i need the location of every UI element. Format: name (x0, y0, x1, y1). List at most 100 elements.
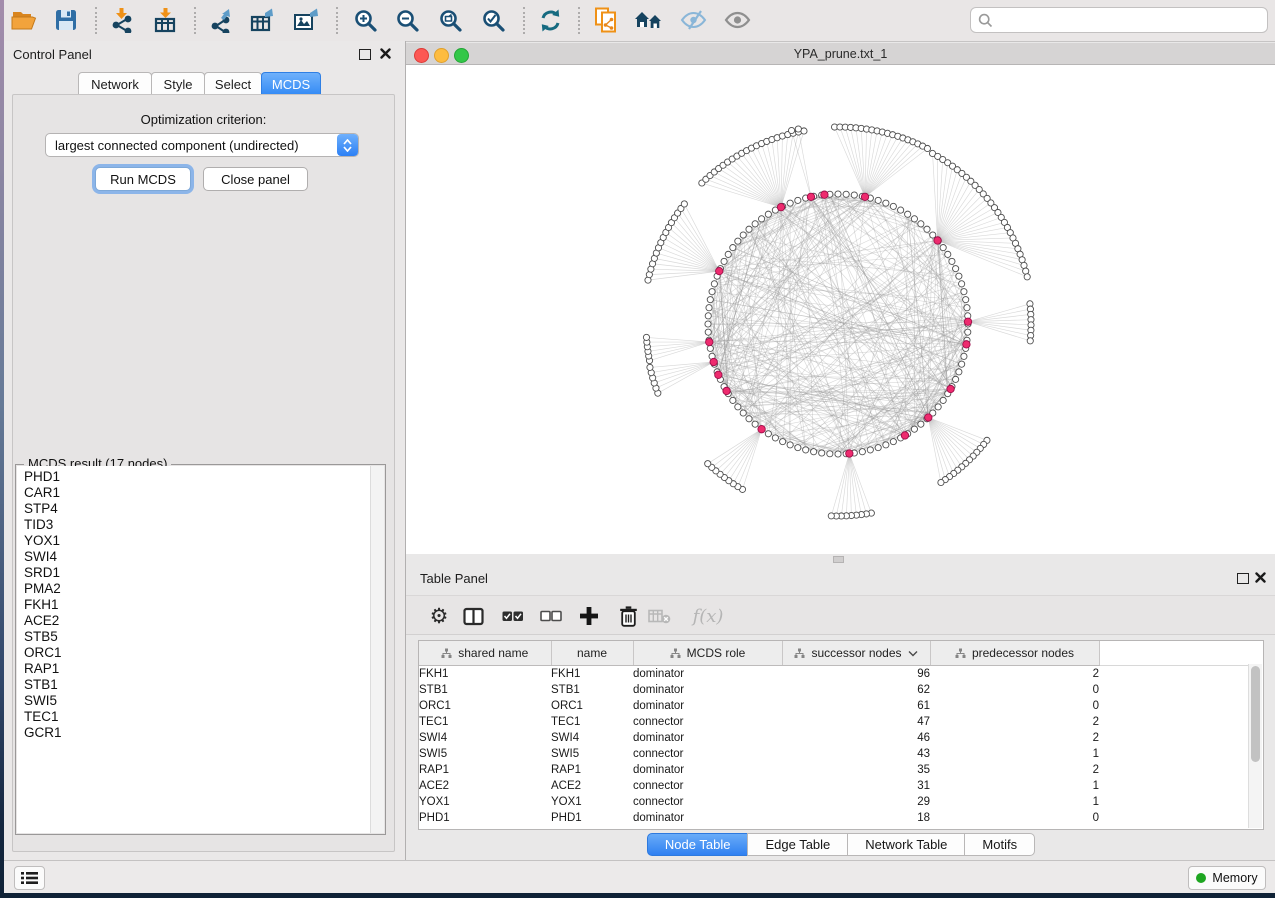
table-row[interactable]: PHD1PHD1dominator180 (419, 810, 1252, 826)
graph-dominator-node[interactable] (963, 341, 970, 348)
graph-node[interactable] (758, 216, 764, 222)
graph-node[interactable] (811, 449, 817, 455)
tab-motifs[interactable]: Motifs (964, 833, 1035, 856)
mcds-result-item[interactable]: SWI5 (24, 693, 371, 709)
graph-node[interactable] (961, 353, 967, 359)
columns-icon[interactable] (458, 601, 488, 631)
graph-node[interactable] (711, 281, 717, 287)
graph-dominator-node[interactable] (821, 191, 828, 198)
graph-node[interactable] (735, 238, 741, 244)
mcds-result-item[interactable]: ORC1 (24, 645, 371, 661)
graph-node[interactable] (706, 305, 712, 311)
graph-node[interactable] (740, 410, 746, 416)
graph-node[interactable] (765, 431, 771, 437)
table-row[interactable]: ORC1ORC1dominator610 (419, 698, 1252, 714)
graph-node[interactable] (707, 345, 713, 351)
table-row[interactable]: FKH1FKH1dominator962 (419, 666, 1252, 683)
graph-node[interactable] (835, 191, 841, 197)
graph-node[interactable] (803, 447, 809, 453)
graph-node[interactable] (959, 281, 965, 287)
network-canvas[interactable] (406, 65, 1275, 554)
graph-node[interactable] (752, 421, 758, 427)
graph-node[interactable] (746, 226, 752, 232)
mcds-result-item[interactable]: SRD1 (24, 565, 371, 581)
graph-node[interactable] (725, 251, 731, 257)
graph-node[interactable] (890, 203, 896, 209)
graph-node[interactable] (1023, 268, 1029, 274)
graph-node[interactable] (918, 221, 924, 227)
graph-node[interactable] (911, 216, 917, 222)
splitter-handle-icon[interactable] (833, 556, 844, 563)
criterion-dropdown[interactable]: largest connected component (undirected) (45, 133, 359, 157)
import-network-icon[interactable] (105, 4, 139, 36)
graph-node[interactable] (859, 449, 865, 455)
deselect-all-icon[interactable] (536, 601, 566, 631)
mcds-result-list[interactable]: PHD1CAR1STP4TID3YOX1SWI4SRD1PMA2FKH1ACE2… (17, 466, 371, 833)
table-row[interactable]: TEC1TEC1connector472 (419, 714, 1252, 730)
graph-dominator-node[interactable] (947, 385, 954, 392)
run-mcds-button[interactable]: Run MCDS (95, 167, 191, 191)
import-table-icon[interactable] (149, 4, 183, 36)
graph-dominator-node[interactable] (723, 387, 730, 394)
graph-dominator-node[interactable] (925, 414, 932, 421)
graph-dominator-node[interactable] (777, 203, 784, 210)
tab-select[interactable]: Select (204, 72, 262, 95)
graph-node[interactable] (963, 297, 969, 303)
graph-node[interactable] (959, 361, 965, 367)
column-header[interactable]: name (551, 641, 633, 666)
graph-node[interactable] (819, 450, 825, 456)
graph-dominator-node[interactable] (901, 432, 908, 439)
plus-icon[interactable] (574, 601, 604, 631)
export-table-icon[interactable] (246, 4, 280, 36)
graph-node[interactable] (940, 244, 946, 250)
mcds-result-item[interactable]: PHD1 (24, 469, 371, 485)
eye-slash-icon[interactable] (676, 4, 710, 36)
table-row[interactable]: STB1STB1dominator620 (419, 682, 1252, 698)
tab-style[interactable]: Style (151, 72, 205, 95)
graph-node[interactable] (709, 289, 715, 295)
mcds-result-item[interactable]: TID3 (24, 517, 371, 533)
network-window-titlebar[interactable]: YPA_prune.txt_1 (406, 43, 1275, 65)
mcds-result-item[interactable]: STB1 (24, 677, 371, 693)
graph-node[interactable] (647, 364, 653, 370)
select-all-icon[interactable] (498, 601, 528, 631)
graph-node[interactable] (935, 404, 941, 410)
graph-node[interactable] (949, 258, 955, 264)
memory-button[interactable]: Memory (1188, 866, 1266, 890)
houses-icon[interactable] (632, 4, 666, 36)
tab-mcds[interactable]: MCDS (261, 72, 321, 95)
graph-node[interactable] (681, 201, 687, 207)
graph-node[interactable] (924, 145, 930, 151)
trash-icon[interactable] (613, 601, 643, 631)
graph-node[interactable] (795, 197, 801, 203)
column-header[interactable]: shared name (419, 641, 551, 666)
graph-dominator-node[interactable] (964, 318, 971, 325)
panel-splitter[interactable] (406, 554, 1275, 565)
mcds-list-scrollbar[interactable] (370, 466, 384, 833)
graph-node[interactable] (740, 232, 746, 238)
graph-dominator-node[interactable] (846, 450, 853, 457)
tab-network-table[interactable]: Network Table (847, 833, 965, 856)
graph-node[interactable] (787, 442, 793, 448)
graph-node[interactable] (883, 442, 889, 448)
table-row[interactable]: ACE2ACE2connector311 (419, 778, 1252, 794)
table-row[interactable]: RAP1RAP1dominator352 (419, 762, 1252, 778)
graph-node[interactable] (705, 461, 711, 467)
graph-node[interactable] (705, 313, 711, 319)
column-header[interactable]: predecessor nodes (930, 641, 1099, 666)
graph-node[interactable] (875, 445, 881, 451)
mcds-result-item[interactable]: YOX1 (24, 533, 371, 549)
table-row[interactable]: SWI4SWI4dominator462 (419, 730, 1252, 746)
close-panel-icon[interactable] (380, 48, 391, 59)
graph-dominator-node[interactable] (934, 237, 941, 244)
graph-node[interactable] (827, 451, 833, 457)
duplicate-network-icon[interactable] (589, 4, 623, 36)
graph-node[interactable] (730, 397, 736, 403)
graph-node[interactable] (1027, 338, 1033, 344)
graph-node[interactable] (765, 211, 771, 217)
tab-node-table[interactable]: Node Table (647, 833, 749, 856)
graph-node[interactable] (938, 479, 944, 485)
column-header[interactable]: successor nodes (782, 641, 930, 666)
graph-dominator-node[interactable] (861, 193, 868, 200)
column-header[interactable]: MCDS role (633, 641, 782, 666)
